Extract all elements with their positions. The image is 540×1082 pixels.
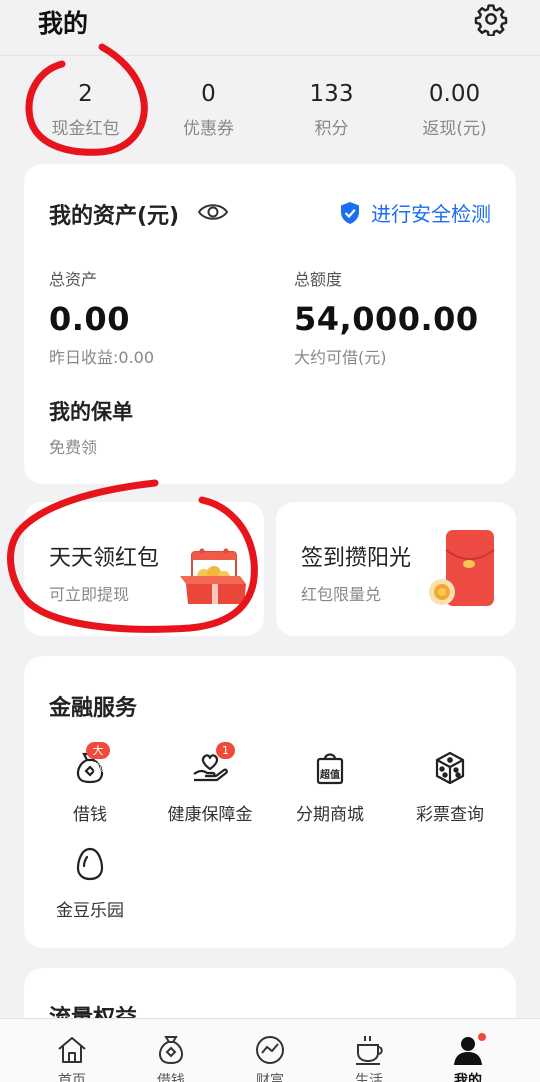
stat-cash-red-packet[interactable]: 2 现金红包	[24, 76, 147, 139]
stat-value: 2	[78, 81, 93, 107]
service-label: 彩票查询	[416, 805, 484, 825]
security-check-link[interactable]: 进行安全检测	[339, 198, 491, 227]
total-limit-value: 54,000.00	[294, 300, 479, 338]
borrowable-note: 大约可借(元)	[294, 348, 387, 367]
service-installment-mall[interactable]: 超值 分期商城	[270, 748, 390, 825]
service-label: 健康保障金	[167, 805, 253, 825]
total-limit-label: 总额度	[294, 270, 343, 289]
check-in-sunshine-card[interactable]: 签到攒阳光 红包限量兑	[276, 502, 516, 636]
total-assets-label: 总资产	[49, 270, 98, 289]
bottom-tab-bar: 首页 借钱 财富 生活 我的	[0, 1018, 540, 1082]
tab-home[interactable]: 首页	[22, 1019, 122, 1082]
promo-title: 天天领红包	[49, 546, 160, 571]
tab-mine[interactable]: 我的	[418, 1019, 518, 1082]
security-check-label: 进行安全检测	[371, 202, 491, 226]
service-label: 金豆乐园	[56, 901, 124, 921]
service-label: 借钱	[73, 805, 107, 825]
my-policy-title: 我的保单	[49, 400, 133, 424]
money-bag-icon	[159, 1036, 183, 1064]
stat-value: 0	[201, 81, 216, 107]
my-policy-sub: 免费领	[49, 438, 98, 457]
daily-red-packet-card[interactable]: 天天领红包 可立即提现	[24, 502, 264, 636]
tab-label: 借钱	[157, 1073, 185, 1082]
tab-label: 财富	[256, 1073, 284, 1082]
tab-borrow[interactable]: 借钱	[121, 1019, 221, 1082]
stat-label: 积分	[314, 119, 349, 139]
promo-sub: 红包限量兑	[301, 585, 382, 604]
value-tag: 超值	[320, 770, 340, 781]
total-limit[interactable]: 总额度 54,000.00 大约可借(元)	[294, 266, 479, 368]
shield-check-icon	[341, 201, 359, 224]
page-title: 我的	[38, 9, 89, 38]
home-icon	[58, 1037, 86, 1063]
service-health-fund[interactable]: 1 健康保障金	[150, 742, 270, 825]
service-lottery-query[interactable]: 彩票查询	[390, 748, 510, 825]
my-policy[interactable]: 我的保单 免费领	[49, 396, 133, 458]
coffee-cup-icon	[356, 1036, 383, 1065]
service-label: 分期商城	[296, 805, 364, 825]
promo-sub: 可立即提现	[49, 585, 130, 604]
assets-card: 我的资产(元) 进行安全检测 总资产 0.00 昨日收益:0.00 总额度 54…	[24, 164, 516, 484]
services-title: 金融服务	[49, 696, 138, 721]
stat-label: 现金红包	[51, 119, 120, 139]
stat-value: 133	[309, 81, 354, 107]
total-assets[interactable]: 总资产 0.00 昨日收益:0.00	[49, 266, 154, 368]
service-borrow[interactable]: 大额 借钱	[30, 742, 150, 825]
tab-wealth[interactable]: 财富	[220, 1019, 320, 1082]
stat-value: 0.00	[428, 81, 481, 107]
service-golden-bean-park[interactable]: 金豆乐园	[30, 844, 150, 921]
gift-box-icon	[180, 548, 246, 604]
tab-label: 我的	[454, 1073, 482, 1082]
stat-label: 优惠券	[183, 119, 234, 139]
financial-services-card: 金融服务 大额 借钱 1 健康保障金 超值 分期商城 彩票查询 金豆乐园	[24, 656, 516, 948]
stats-row: 2 现金红包 0 优惠券 133 积分 0.00 返现(元)	[24, 76, 516, 146]
trend-chart-icon	[256, 1036, 284, 1064]
eye-icon[interactable]	[197, 199, 229, 225]
tab-label: 生活	[355, 1073, 383, 1082]
dice-icon	[435, 751, 465, 785]
tab-life[interactable]: 生活	[319, 1019, 419, 1082]
total-assets-value: 0.00	[49, 300, 130, 338]
promo-title: 签到攒阳光	[301, 546, 412, 571]
stat-cashback[interactable]: 0.00 返现(元)	[393, 76, 516, 139]
stat-points[interactable]: 133 积分	[270, 76, 393, 139]
yesterday-earnings: 昨日收益:0.00	[49, 348, 155, 367]
red-envelope-icon	[429, 530, 495, 606]
tab-label: 首页	[58, 1073, 86, 1082]
gear-icon[interactable]	[474, 2, 508, 36]
notification-dot	[478, 1033, 486, 1041]
egg-icon	[76, 847, 104, 881]
assets-title: 我的资产(元)	[49, 204, 180, 229]
stat-coupons[interactable]: 0 优惠券	[147, 76, 270, 139]
notification-count-badge: 1	[216, 742, 235, 759]
large-amount-badge: 大额	[86, 742, 110, 774]
stat-label: 返现(元)	[422, 119, 487, 139]
top-bar: 我的	[0, 0, 540, 56]
